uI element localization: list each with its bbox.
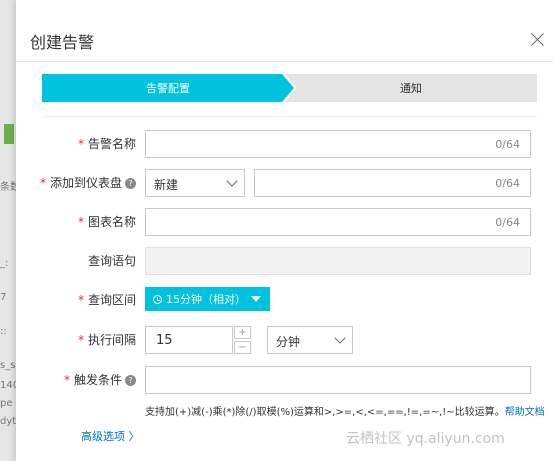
chevron-down-icon <box>226 175 238 187</box>
dialog-header: 创建告警 <box>16 0 553 62</box>
required-mark: * <box>39 176 46 190</box>
step-indicator: 告警配置 通知 <box>42 74 537 102</box>
char-counter: 0/64 <box>495 138 520 151</box>
background-text: pe <box>0 398 13 409</box>
caret-down-icon <box>251 296 261 302</box>
help-icon[interactable]: ? <box>125 375 136 386</box>
chevron-down-icon <box>334 332 346 344</box>
step-alert-config[interactable]: 告警配置 <box>42 74 294 102</box>
step-notification[interactable]: 通知 <box>285 74 537 102</box>
query-label: 查询语句 <box>87 254 136 268</box>
background-text: _: <box>0 258 9 269</box>
required-mark: * <box>63 373 70 387</box>
trigger-label: * 触发条件? <box>26 372 136 388</box>
required-mark: * <box>77 137 84 151</box>
required-mark: * <box>77 293 84 307</box>
background-green-block <box>4 124 14 144</box>
increment-button[interactable]: + <box>234 326 251 339</box>
background-text: 140 <box>0 380 16 391</box>
query-range-button[interactable]: 15分钟（相对） <box>145 287 270 311</box>
trigger-hint-text: 支持加(+)减(-)乘(*)除(/)取模(%)运算和>,>=,<,<=,==,!… <box>145 407 505 418</box>
dashboard-select[interactable]: 新建 <box>145 169 245 197</box>
query-input <box>145 247 531 275</box>
background-text: s_s <box>0 360 16 371</box>
background-text: dyt <box>0 416 16 427</box>
advanced-options-toggle[interactable]: 高级选项 〉 <box>81 428 140 444</box>
interval-input[interactable]: 15 <box>145 326 233 354</box>
decrement-button[interactable]: − <box>234 341 251 354</box>
clock-icon <box>153 294 162 304</box>
background-text: 7 <box>0 292 7 303</box>
add-to-dashboard-label: * 添加到仪表盘? <box>26 175 136 191</box>
trigger-condition-input[interactable] <box>145 366 531 394</box>
alert-name-input[interactable]: 0/64 <box>145 130 531 158</box>
required-mark: * <box>77 215 84 229</box>
dashboard-name-input[interactable]: 0/64 <box>254 169 531 197</box>
trigger-hint: 支持加(+)减(-)乘(*)除(/)取模(%)运算和>,>=,<,<=,==,!… <box>145 403 545 418</box>
interval-unit-select[interactable]: 分钟 <box>267 326 353 354</box>
alert-name-label: * 告警名称 <box>77 137 136 151</box>
query-range-label: * 查询区间 <box>77 293 136 307</box>
dashboard-select-value: 新建 <box>154 178 179 192</box>
background-text: 条数 <box>0 182 16 193</box>
watermark: 云栖社区 yq.aliyun.com <box>346 431 505 447</box>
char-counter: 0/64 <box>495 177 520 190</box>
chart-name-input[interactable]: 0/64 <box>145 208 531 236</box>
background-text: :: <box>0 326 7 337</box>
interval-label: * 执行间隔 <box>77 333 136 347</box>
dialog-title: 创建告警 <box>30 33 95 52</box>
divider <box>42 116 537 117</box>
create-alert-dialog: 创建告警 告警配置 通知 * 告警名称 0/64 * 添加到仪表盘? 新建 0/64… <box>16 0 553 461</box>
interval-unit-value: 分钟 <box>276 335 301 349</box>
background-page: 条数 _: 7 :: s_s 140 pe dyt <box>0 0 16 461</box>
chart-name-label: * 图表名称 <box>77 215 136 229</box>
char-counter: 0/64 <box>495 216 520 229</box>
close-icon[interactable] <box>531 32 545 46</box>
help-icon[interactable]: ? <box>125 178 136 189</box>
help-doc-link[interactable]: 帮助文档 <box>505 407 545 418</box>
required-mark: * <box>77 333 84 347</box>
query-range-value: 15分钟（相对） <box>166 293 246 306</box>
